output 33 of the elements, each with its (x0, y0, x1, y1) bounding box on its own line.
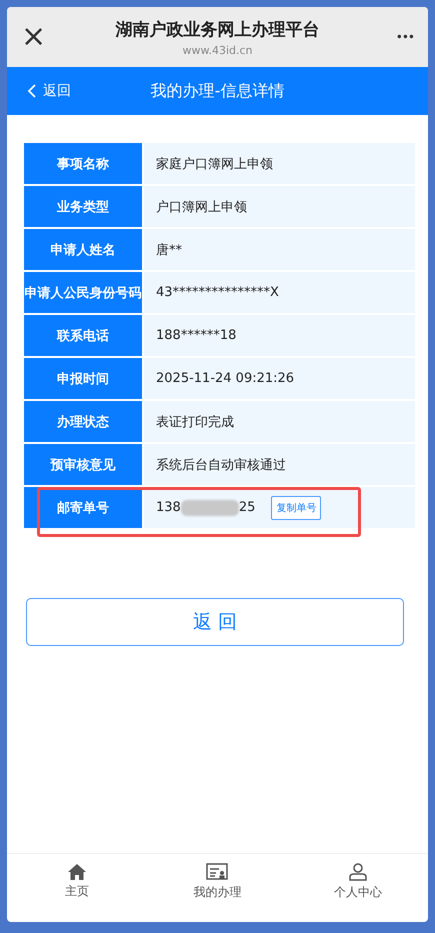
field-value: 2025-11-24 09:21:26 (144, 358, 415, 399)
more-button[interactable]: ••• (384, 30, 414, 44)
tab-item[interactable]: 个人中心 (288, 854, 428, 910)
field-label: 办理状态 (24, 401, 142, 442)
document-user-icon (206, 863, 228, 881)
page-title: 湖南户政业务网上办理平台 (116, 18, 320, 40)
field-label: 申请人姓名 (24, 229, 142, 270)
field-value: 家庭户口簿网上申领 (144, 143, 415, 184)
field-label: 联系电话 (24, 315, 142, 356)
field-label: 事项名称 (24, 143, 142, 184)
field-label: 申请人公民身份号码 (24, 272, 142, 313)
field-label: 预审核意见 (24, 444, 142, 485)
close-button[interactable]: × (21, 22, 51, 52)
tab-item[interactable]: 我的办理 (147, 854, 288, 910)
field-value: 表证打印完成 (144, 401, 415, 442)
field-label: 申报时间 (24, 358, 142, 399)
field-value: 138 25 复制单号 (144, 487, 415, 528)
home-icon (68, 864, 86, 880)
field-value: 188******18 (144, 315, 415, 356)
back-button[interactable]: 返 回 (26, 598, 404, 646)
field-value: 唐** (144, 229, 415, 270)
field-label: 邮寄单号 (24, 487, 142, 528)
user-icon (348, 863, 367, 881)
field-value: 户口簿网上申领 (144, 186, 415, 227)
field-value: 系统后台自动审核通过 (144, 444, 415, 485)
back-link[interactable]: 返回 (7, 82, 71, 100)
field-value: 43***************X (144, 272, 415, 313)
chevron-left-icon (27, 84, 37, 98)
tab-item[interactable]: 主页 (7, 854, 148, 910)
field-label: 业务类型 (24, 186, 142, 227)
copy-button[interactable]: 复制单号 (271, 496, 322, 520)
page-url: www.43id.cn (182, 44, 253, 56)
screen-title: 我的办理-信息详情 (150, 80, 284, 102)
